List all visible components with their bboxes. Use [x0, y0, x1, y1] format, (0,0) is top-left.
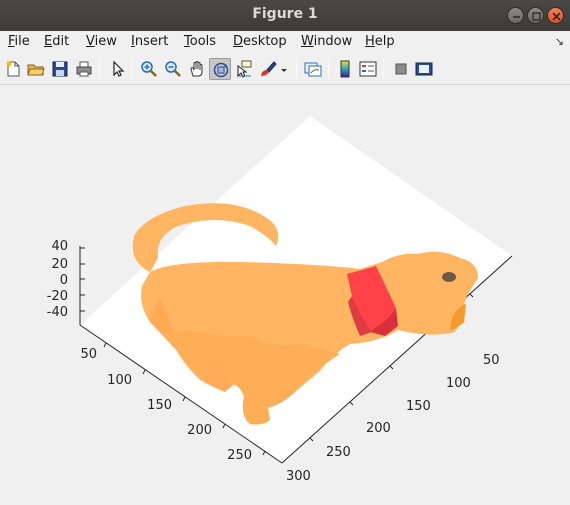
z-tick-label: 0 — [60, 273, 68, 288]
z-tick-label: -20 — [47, 289, 68, 304]
close-icon — [552, 12, 561, 21]
folder-icon — [27, 64, 45, 76]
figure-toolbar — [0, 53, 570, 85]
edit-plot-button[interactable] — [106, 58, 128, 80]
y-tick-label: 200 — [366, 421, 391, 436]
new-file-icon — [6, 61, 20, 77]
data-cursor-button[interactable] — [233, 58, 255, 80]
menu-help[interactable]: Help — [365, 34, 395, 49]
insert-legend-button[interactable] — [357, 58, 379, 80]
z-tick-label: -40 — [47, 305, 68, 320]
zoom-in-button[interactable] — [138, 58, 160, 80]
figure-canvas[interactable]: 40 20 0 -20 -40 50 100 150 200 250 300 2… — [0, 86, 570, 505]
brush-dropdown[interactable] — [279, 58, 291, 80]
hide-plot-tools-button[interactable] — [390, 58, 412, 80]
toolbar-separator — [383, 59, 384, 79]
printer-icon — [76, 61, 92, 77]
y-tick-label: 300 — [286, 469, 311, 484]
save-disk-icon — [52, 61, 68, 77]
rotate-3d-button[interactable] — [209, 58, 231, 80]
menu-file[interactable]: File — [8, 34, 30, 49]
x-tick-label: 150 — [147, 398, 172, 413]
menu-desktop[interactable]: Desktop — [233, 34, 287, 49]
brush-icon — [261, 61, 277, 76]
data-cursor-icon — [237, 60, 252, 78]
figure-window: Figure 1 File Edit View Insert Tools Des… — [0, 0, 570, 505]
z-tick-label: 20 — [51, 257, 68, 272]
menu-insert[interactable]: Insert — [131, 34, 168, 49]
link-plot-icon — [304, 62, 322, 77]
z-tick-label: 40 — [51, 239, 68, 254]
pan-button[interactable] — [186, 58, 208, 80]
save-button[interactable] — [49, 58, 71, 80]
hide-plot-tools-icon — [395, 63, 407, 75]
window-title: Figure 1 — [252, 6, 318, 22]
dock-arrow-icon[interactable]: ↘ — [555, 35, 564, 48]
show-plot-tools-button[interactable] — [413, 58, 435, 80]
x-tick-label: 50 — [80, 347, 97, 362]
colorbar-icon — [340, 60, 350, 78]
menu-edit[interactable]: Edit — [44, 34, 69, 49]
cat-eye — [442, 272, 456, 282]
y-tick-label: 50 — [483, 353, 500, 368]
menu-window[interactable]: Window — [301, 34, 352, 49]
x-tick-label: 200 — [187, 423, 212, 438]
maximize-button[interactable] — [527, 7, 544, 24]
pan-hand-icon — [190, 61, 203, 77]
rotate-3d-icon — [213, 62, 229, 78]
x-tick-label: 100 — [107, 373, 132, 388]
y-tick-label: 100 — [446, 376, 471, 391]
axes-3d[interactable]: 40 20 0 -20 -40 50 100 150 200 250 300 2… — [0, 86, 570, 505]
open-file-button[interactable] — [25, 58, 47, 80]
menu-tools[interactable]: Tools — [184, 34, 216, 49]
toolbar-separator — [296, 59, 297, 79]
y-tick-label: 150 — [406, 399, 431, 414]
menu-bar: File Edit View Insert Tools Desktop Wind… — [0, 31, 570, 53]
toolbar-separator — [99, 59, 100, 79]
y-tick-label: 250 — [326, 445, 351, 460]
zoom-in-icon — [141, 61, 157, 77]
insert-colorbar-button[interactable] — [334, 58, 356, 80]
dropdown-arrow-icon — [281, 69, 287, 72]
toolbar-separator — [328, 59, 329, 79]
maximize-icon — [532, 12, 541, 21]
new-figure-button[interactable] — [2, 58, 24, 80]
print-button[interactable] — [73, 58, 95, 80]
legend-icon — [359, 61, 377, 77]
toolbar-separator — [131, 59, 132, 79]
menu-view[interactable]: View — [86, 34, 117, 49]
link-plot-button[interactable] — [302, 58, 324, 80]
close-button[interactable] — [547, 7, 564, 24]
title-bar: Figure 1 — [0, 0, 570, 31]
minimize-button[interactable] — [507, 7, 524, 24]
x-tick-label: 250 — [227, 448, 252, 463]
brush-button[interactable] — [257, 58, 279, 80]
minimize-icon — [513, 16, 520, 18]
zoom-out-button[interactable] — [162, 58, 184, 80]
pointer-arrow-icon — [113, 60, 125, 77]
show-plot-tools-icon — [415, 62, 433, 76]
zoom-out-icon — [165, 61, 181, 77]
